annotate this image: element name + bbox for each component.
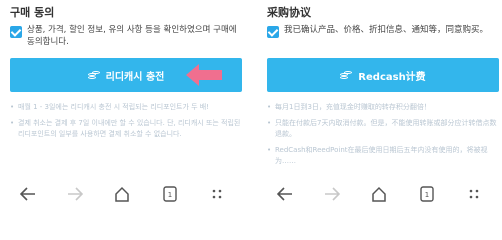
forward-icon bbox=[68, 187, 84, 201]
menu-icon bbox=[469, 189, 479, 199]
forward-icon bbox=[325, 187, 341, 201]
charge-button-label: Redcash计费 bbox=[358, 71, 426, 83]
note-item: 결제 취소는 결제 후 7일 이내에만 할 수 있습니다. 단, 리디캐시 또는… bbox=[10, 118, 242, 140]
home-button[interactable] bbox=[110, 182, 134, 206]
back-icon bbox=[19, 187, 35, 201]
agree-checkbox[interactable] bbox=[267, 26, 279, 38]
forward-button[interactable] bbox=[63, 182, 87, 206]
tabs-icon: 1 bbox=[420, 186, 434, 202]
agree-checkbox[interactable] bbox=[10, 26, 22, 38]
note-item: 每月1日到3日，充值现金时赚取的转存积分翻倍！ bbox=[267, 102, 499, 113]
note-item: 매월 1 - 3일에는 리디캐시 충전 시 적립되는 리디포인트가 두 배! bbox=[10, 102, 242, 113]
charge-button-label: 리디캐시 충전 bbox=[105, 71, 165, 83]
pointer-arrow-icon bbox=[186, 64, 222, 86]
home-icon bbox=[115, 186, 130, 202]
purchase-panel-chinese: 采购协议 我已确认产品、价格、折扣信息、通知等，同意购买。 Redcash计费 … bbox=[257, 0, 502, 209]
coins-icon bbox=[87, 70, 100, 80]
home-icon bbox=[372, 186, 387, 202]
menu-icon bbox=[212, 189, 222, 199]
note-item: RedCash和ReedPoint在最后使用日期后五年内没有使用的，将被视为…… bbox=[267, 145, 499, 167]
bottom-navbar: 1 bbox=[0, 179, 245, 209]
tabs-icon: 1 bbox=[163, 186, 177, 202]
agree-row[interactable]: 상품, 가격, 할인 정보, 유의 사항 등을 확인하였으며 구매에 동의합니다… bbox=[10, 24, 242, 48]
back-icon bbox=[276, 187, 292, 201]
purchase-panel-korean: 구매 동의 상품, 가격, 할인 정보, 유의 사항 등을 확인하였으며 구매에… bbox=[0, 0, 245, 209]
menu-button[interactable] bbox=[205, 182, 229, 206]
agree-row[interactable]: 我已确认产品、价格、折扣信息、通知等，同意购买。 bbox=[267, 24, 499, 38]
bottom-navbar: 1 bbox=[257, 179, 502, 209]
notes-list: 매월 1 - 3일에는 리디캐시 충전 시 적립되는 리디포인트가 두 배! 결… bbox=[10, 102, 242, 145]
note-item: 只能在付款后7天内取消付款。但是，不能使用转账或部分应计转借点数退款。 bbox=[267, 118, 499, 140]
notes-list: 每月1日到3日，充值现金时赚取的转存积分翻倍！ 只能在付款后7天内取消付款。但是… bbox=[267, 102, 499, 172]
section-title: 采购协议 bbox=[267, 6, 311, 19]
charge-button[interactable]: Redcash计费 bbox=[267, 58, 499, 92]
agree-text: 상품, 가격, 할인 정보, 유의 사항 등을 확인하였으며 구매에 동의합니다… bbox=[27, 25, 237, 47]
section-title: 구매 동의 bbox=[10, 6, 55, 19]
tabs-button[interactable]: 1 bbox=[415, 182, 439, 206]
back-button[interactable] bbox=[273, 182, 297, 206]
tabs-button[interactable]: 1 bbox=[158, 182, 182, 206]
agree-text: 我已确认产品、价格、折扣信息、通知等，同意购买。 bbox=[284, 25, 489, 35]
tab-count: 1 bbox=[168, 191, 172, 199]
tab-count: 1 bbox=[425, 191, 429, 199]
forward-button[interactable] bbox=[320, 182, 344, 206]
split-view: 구매 동의 상품, 가격, 할인 정보, 유의 사항 등을 확인하였으며 구매에… bbox=[0, 0, 502, 209]
home-button[interactable] bbox=[367, 182, 391, 206]
menu-button[interactable] bbox=[462, 182, 486, 206]
coins-icon bbox=[340, 70, 353, 80]
back-button[interactable] bbox=[16, 182, 40, 206]
